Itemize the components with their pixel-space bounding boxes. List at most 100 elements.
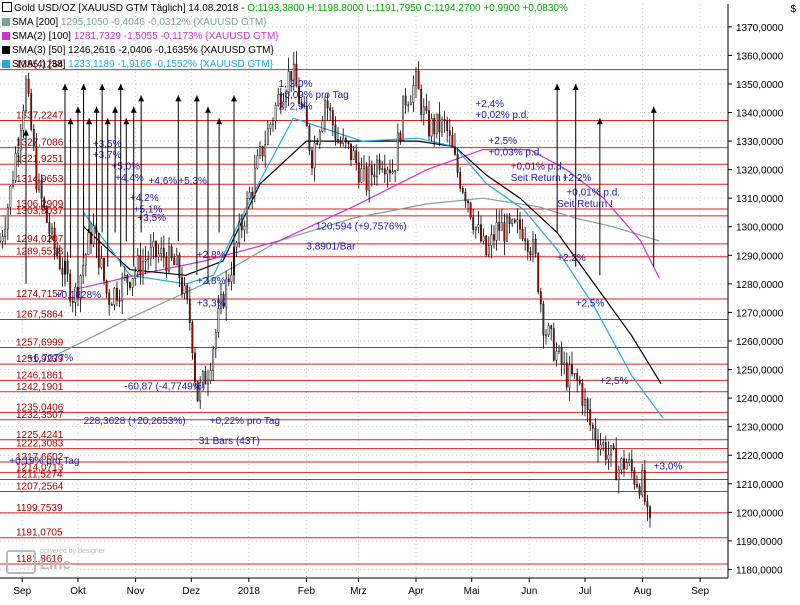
- candle-up: [563, 362, 566, 365]
- candle-down: [178, 254, 181, 278]
- annotation: +3,0%: [654, 461, 683, 472]
- sma50-legend-icon: [2, 46, 10, 54]
- candle-down: [227, 278, 230, 282]
- candle-up: [225, 278, 228, 308]
- y-tick-label: 1360,0000: [736, 51, 784, 62]
- candle-up: [641, 470, 644, 496]
- annotation: +3,3%: [197, 299, 226, 310]
- y-tick-label: 1260,0000: [736, 337, 784, 348]
- candle-up: [558, 346, 560, 352]
- candle-up: [100, 258, 103, 268]
- candle-down: [389, 169, 391, 174]
- annotation: Seit Return !: [557, 199, 613, 210]
- candle-down: [108, 292, 111, 305]
- annotation: 3,8901/Bar: [306, 242, 356, 253]
- annotation: +2,4%: [475, 99, 504, 110]
- candle-down: [550, 325, 553, 329]
- header-title: Gold USD/OZ [XAUUSD GTM Täglich] 14.08.2…: [14, 3, 248, 14]
- y-tick-label: 1190,0000: [736, 537, 783, 548]
- candle-up: [487, 245, 490, 256]
- candle-up: [259, 146, 261, 156]
- x-tick-label: Feb: [298, 586, 316, 597]
- candle-up: [113, 287, 116, 305]
- sma50-label: SMA(3) [50]: [12, 45, 66, 56]
- arrow-head: [175, 95, 182, 102]
- annotation: +4,6%: [149, 176, 178, 187]
- y-tick-label: 1300,0000: [736, 223, 784, 234]
- candle-down: [638, 486, 641, 496]
- candle-down: [337, 139, 339, 143]
- candle-up: [175, 254, 178, 266]
- candle-down: [331, 110, 334, 126]
- candle-down: [90, 232, 92, 245]
- candle-up: [272, 120, 274, 125]
- candle-up: [183, 285, 186, 294]
- candle-up: [628, 459, 631, 463]
- arrow-head: [67, 118, 74, 125]
- candle-legend-icon: [2, 2, 12, 12]
- candle-down: [30, 93, 33, 130]
- candle-down: [615, 448, 618, 481]
- candle-down: [594, 427, 597, 441]
- candle-up: [506, 216, 508, 242]
- y-tick-label: 1250,0000: [736, 366, 784, 377]
- candle-up: [402, 95, 404, 141]
- candle-down: [103, 258, 105, 281]
- candle-down: [40, 179, 43, 199]
- sma38-legend-icon: [2, 60, 10, 68]
- candle-down: [155, 241, 157, 258]
- candle-up: [136, 255, 139, 272]
- candle-down: [524, 238, 527, 242]
- candle-up: [123, 274, 126, 278]
- candle-up: [516, 219, 519, 223]
- candle-down: [32, 129, 35, 147]
- candle-down: [571, 364, 573, 375]
- candle-up: [482, 235, 485, 242]
- x-tick-label: Mrz: [350, 586, 367, 597]
- x-tick-label: Nov: [127, 586, 145, 597]
- candle-down: [646, 501, 649, 508]
- y-tick-label: 1370,0000: [736, 23, 784, 34]
- candle-up: [396, 132, 399, 171]
- candle-up: [381, 168, 384, 170]
- x-tick-label: Sep: [13, 586, 31, 597]
- chart-svg: 1355,12641337,22471327,70861321,92511314…: [0, 4, 784, 597]
- candle-down: [329, 107, 332, 111]
- candle-down: [459, 172, 462, 189]
- annotation: +2,2%: [563, 173, 592, 184]
- candle-down: [485, 235, 488, 256]
- arrow-head: [112, 106, 119, 113]
- arrow-head: [650, 106, 657, 113]
- x-tick-label: Jul: [579, 586, 592, 597]
- candle-down: [433, 118, 436, 135]
- annotation: -60,87 (-4,7749%): [124, 382, 205, 393]
- x-tick-label: Sep: [691, 586, 709, 597]
- arrow-head: [123, 118, 130, 125]
- candle-down: [48, 222, 51, 234]
- candle-up: [394, 170, 397, 172]
- candle-down: [334, 124, 337, 140]
- annotation: +0,02% p.d.: [475, 110, 529, 121]
- candle-down: [604, 442, 607, 460]
- annotation: +2,8%: [197, 276, 226, 287]
- candle-down: [56, 247, 59, 257]
- x-tick-label: Dez: [182, 586, 200, 597]
- annotation: +3,5%: [137, 213, 166, 224]
- annotation: +2,2%: [557, 253, 586, 264]
- candle-down: [43, 197, 46, 207]
- candle-down: [586, 399, 589, 411]
- arrow-head: [193, 95, 200, 102]
- candle-down: [469, 202, 472, 218]
- candle-down: [35, 145, 38, 190]
- candle-down: [578, 379, 581, 384]
- candle-down: [428, 110, 430, 137]
- annotation: +2,5%: [488, 136, 517, 147]
- hline-label: 1294,0207: [16, 234, 64, 245]
- hline-label: 1232,3507: [16, 410, 64, 421]
- candle-down: [581, 383, 584, 406]
- candle-down: [420, 88, 423, 115]
- candle-up: [490, 234, 493, 246]
- candle-up: [368, 165, 371, 191]
- candle-down: [493, 234, 495, 241]
- candle-up: [495, 222, 498, 241]
